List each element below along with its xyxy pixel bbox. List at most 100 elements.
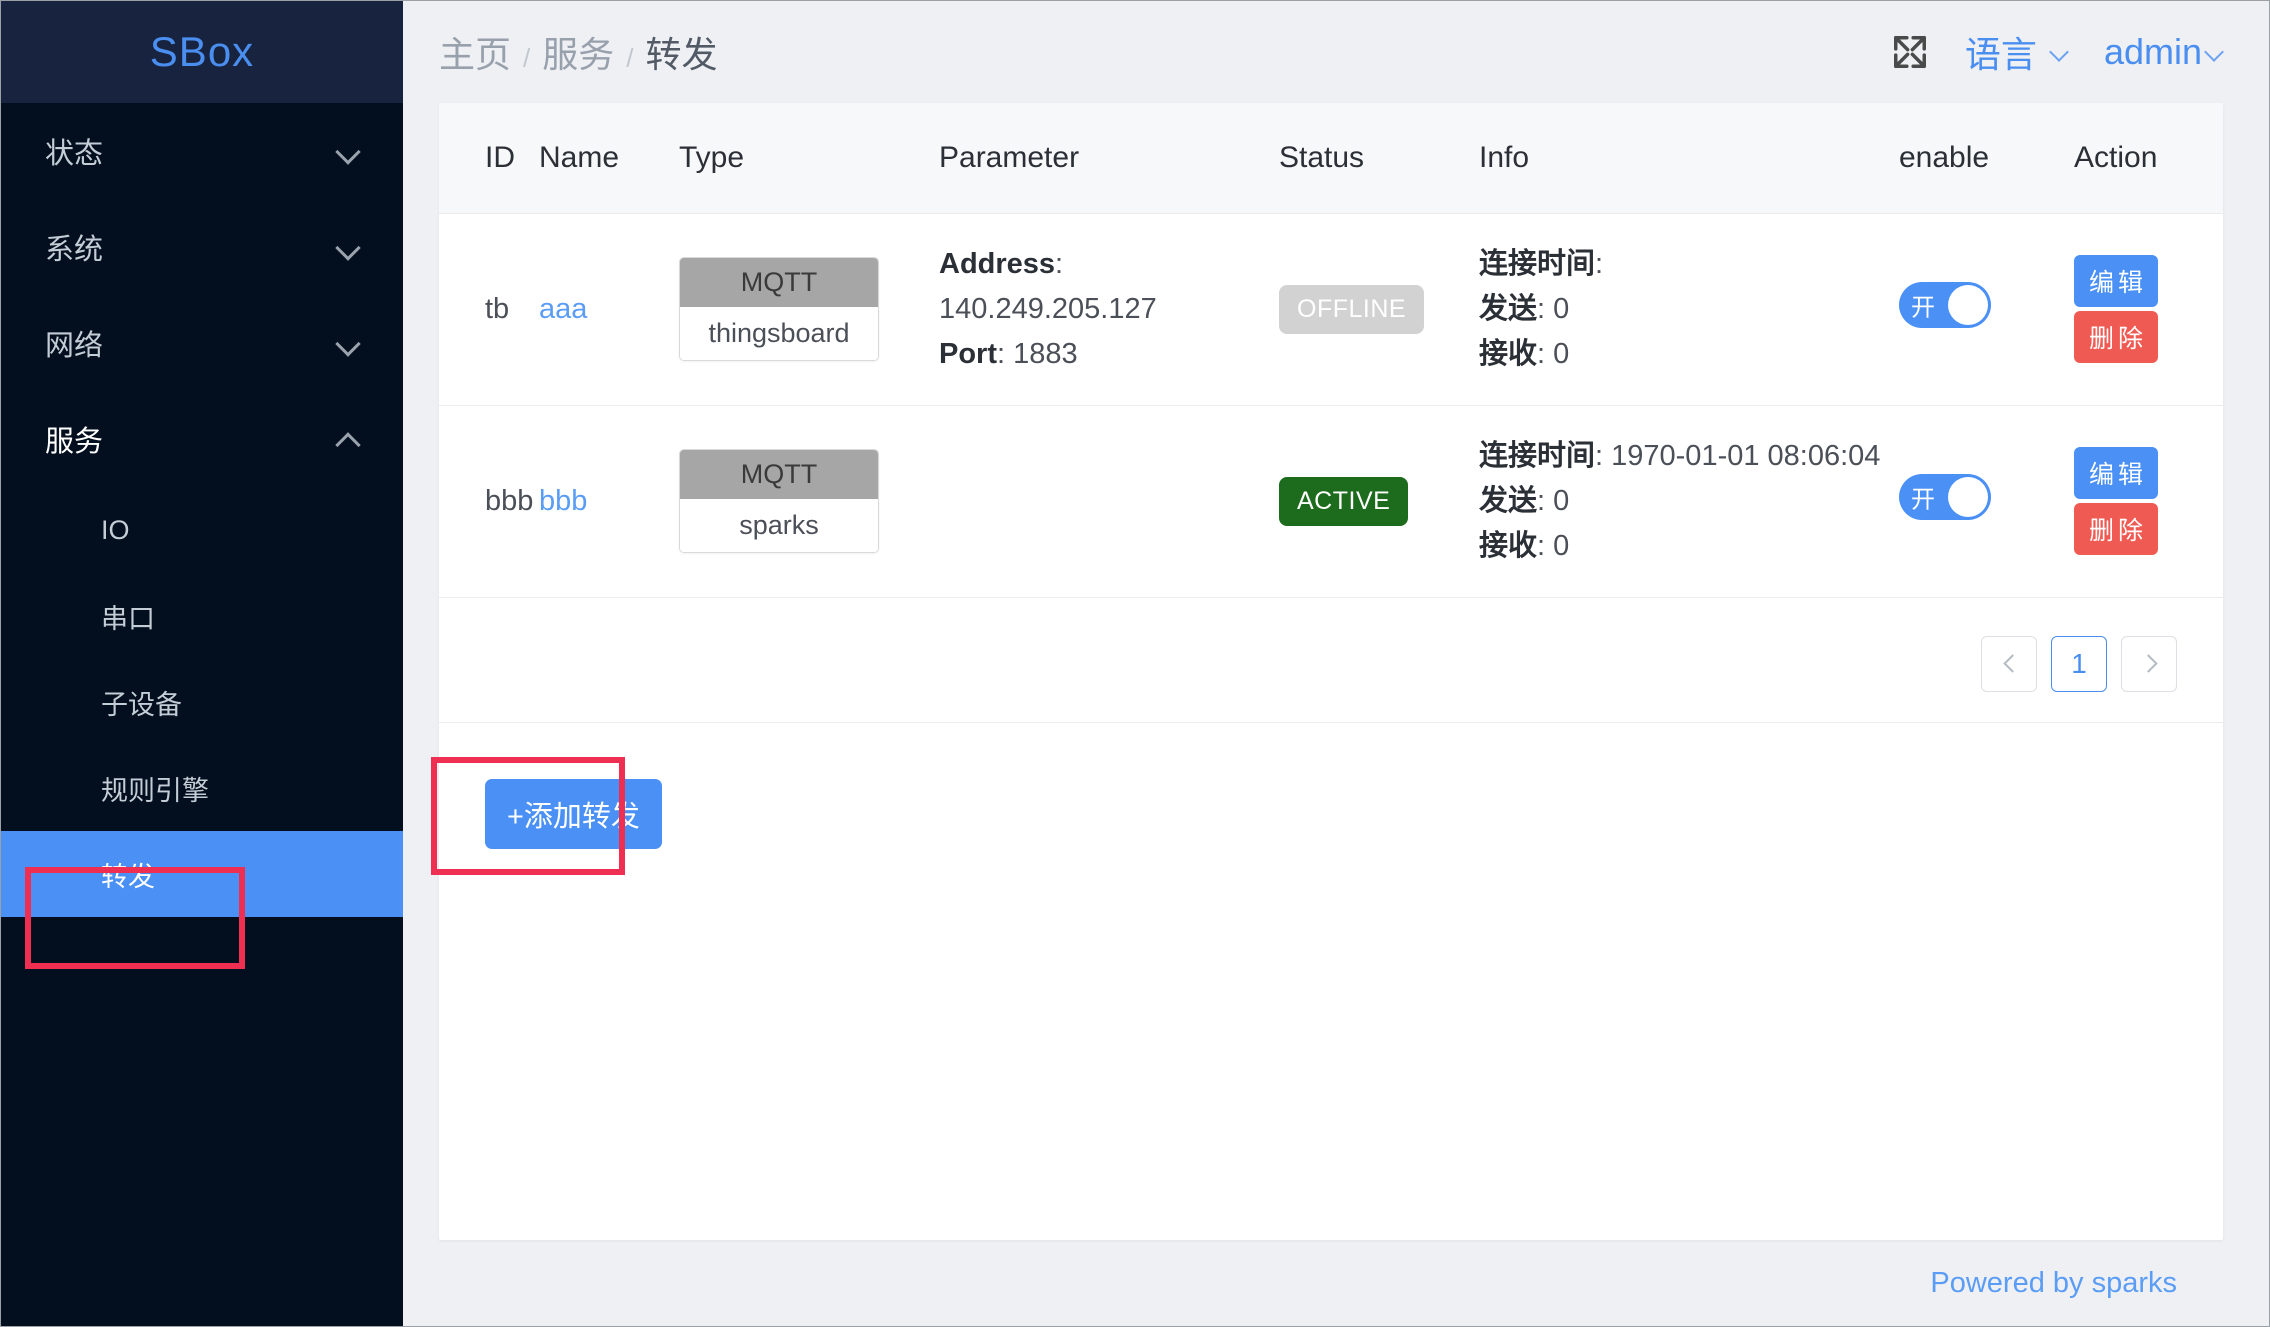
breadcrumb-service[interactable]: 服务 [542, 26, 614, 78]
table-row: tb aaa MQTT thingsboard Address: 140.249… [439, 213, 2223, 406]
parameter-address: Address: [939, 242, 1279, 287]
table-header-row: ID Name Type Parameter Status Info enabl… [439, 103, 2223, 214]
topbar-actions: 语言 admin [1891, 26, 2223, 78]
sidebar-item-network-label: 网络 [45, 330, 104, 362]
pagination-next-button[interactable] [2121, 635, 2177, 692]
sidebar-item-serial[interactable]: 串口 [1, 573, 403, 659]
cell-type: MQTT sparks [679, 405, 939, 598]
parameter-address-label: Address [939, 248, 1056, 280]
cell-name: bbb [539, 405, 679, 598]
sidebar-item-system[interactable]: 系统 [1, 199, 403, 295]
language-label: 语言 [1964, 34, 2037, 75]
user-menu-label: admin [2103, 31, 2202, 72]
sidebar-item-service-label: 服务 [45, 426, 104, 458]
cell-id: tb [439, 213, 539, 406]
parameter-colon: : [1055, 248, 1064, 280]
info-sent-value: 0 [1553, 292, 1570, 325]
info-sent: 发送: 0 [1479, 484, 1570, 517]
content-area: ID Name Type Parameter Status Info enabl… [403, 103, 2269, 1326]
type-platform: thingsboard [680, 307, 878, 361]
column-header-name: Name [539, 103, 679, 214]
column-header-parameter: Parameter [939, 103, 1279, 214]
sidebar-item-serial-label: 串口 [101, 603, 155, 634]
sidebar-item-subdevice[interactable]: 子设备 [1, 659, 403, 745]
app-window: SBox 状态 系统 网络 服务 IO 串口 子设备 规则引擎 转发 主页 / … [0, 0, 2270, 1327]
sidebar-item-forward-label: 转发 [101, 861, 155, 892]
type-badge: MQTT thingsboard [679, 257, 879, 362]
pagination-page-1[interactable]: 1 [2051, 635, 2107, 692]
info-sent-label: 发送 [1479, 292, 1538, 325]
sidebar-item-io[interactable]: IO [1, 487, 403, 573]
cell-action: 编辑 删除 [2074, 405, 2223, 598]
column-header-info: Info [1479, 103, 1899, 214]
add-forward-button[interactable]: +添加转发 [485, 778, 662, 849]
parameter-port: Port: 1883 [939, 337, 1078, 370]
pagination-controls: 1 [1981, 635, 2177, 692]
chevron-down-icon [337, 140, 359, 162]
sidebar-item-rule-engine-label: 规则引擎 [101, 775, 209, 806]
chevron-down-icon [337, 332, 359, 354]
chevron-down-icon [2051, 44, 2068, 61]
pagination: 1 [439, 598, 2223, 723]
cell-status: ACTIVE [1279, 405, 1479, 598]
info-connection-time-value: 1970-01-01 08:06:04 [1611, 439, 1881, 472]
type-protocol: MQTT [680, 450, 878, 500]
enable-toggle[interactable]: 开 [1899, 474, 1991, 521]
table-body: tb aaa MQTT thingsboard Address: 140.249… [439, 213, 2223, 598]
info-received-value: 0 [1553, 529, 1570, 562]
app-logo: SBox [1, 1, 403, 103]
info-sent-label: 发送 [1479, 484, 1538, 517]
sidebar-item-rule-engine[interactable]: 规则引擎 [1, 745, 403, 831]
pagination-prev-button[interactable] [1981, 635, 2037, 692]
delete-button[interactable]: 删除 [2074, 311, 2158, 364]
cell-enable: 开 [1899, 405, 2074, 598]
edit-button[interactable]: 编辑 [2074, 255, 2158, 308]
sidebar-item-network[interactable]: 网络 [1, 295, 403, 391]
cell-id: bbb [439, 405, 539, 598]
enable-toggle-label: 开 [1911, 486, 1935, 514]
type-platform: sparks [680, 499, 878, 553]
breadcrumb-forward: 转发 [645, 34, 718, 75]
user-menu[interactable]: admin [2104, 31, 2223, 73]
name-link[interactable]: aaa [539, 293, 587, 325]
column-header-action: Action [2074, 103, 2223, 214]
chevron-down-icon [337, 236, 359, 258]
breadcrumb-home[interactable]: 主页 [439, 26, 511, 78]
breadcrumb-separator: / [626, 43, 634, 73]
language-selector[interactable]: 语言 [1965, 26, 2068, 78]
edit-button[interactable]: 编辑 [2074, 447, 2158, 500]
chevron-left-icon [2002, 657, 2016, 671]
column-header-type: Type [679, 103, 939, 214]
delete-button[interactable]: 删除 [2074, 503, 2158, 556]
sidebar-item-forward[interactable]: 转发 [1, 831, 403, 917]
chevron-down-icon [2206, 44, 2223, 61]
status-badge: ACTIVE [1279, 476, 1409, 526]
footer: Powered by sparks [439, 1240, 2223, 1326]
cell-parameter: Address: 140.249.205.127 Port: 1883 [939, 213, 1279, 406]
sidebar-item-subdevice-label: 子设备 [101, 689, 182, 720]
cell-info: 连接时间: 发送: 0 接收: 0 [1479, 213, 1899, 406]
sidebar-item-service[interactable]: 服务 [1, 391, 403, 487]
add-forward-row: +添加转发 [439, 723, 2223, 849]
status-badge: OFFLINE [1279, 284, 1425, 334]
info-connection-time: 连接时间: [1479, 248, 1604, 280]
info-received: 接收: 0 [1479, 529, 1570, 562]
name-link[interactable]: bbb [539, 485, 587, 517]
topbar: 主页 / 服务 / 转发 语言 admin [403, 1, 2269, 103]
sidebar-menu: 状态 系统 网络 服务 IO 串口 子设备 规则引擎 转发 [1, 103, 403, 917]
parameter-port-value: 1883 [1013, 337, 1078, 370]
cell-enable: 开 [1899, 213, 2074, 406]
breadcrumb-separator: / [523, 43, 531, 73]
sidebar-item-system-label: 系统 [45, 234, 104, 266]
powered-by-link[interactable]: Powered by sparks [1930, 1267, 2177, 1300]
info-received-label: 接收 [1479, 529, 1538, 562]
type-badge: MQTT sparks [679, 449, 879, 554]
enable-toggle[interactable]: 开 [1899, 282, 1991, 329]
forward-card: ID Name Type Parameter Status Info enabl… [439, 103, 2223, 1240]
fullscreen-icon[interactable] [1891, 33, 1929, 71]
type-protocol: MQTT [680, 258, 878, 308]
chevron-up-icon [337, 428, 359, 450]
breadcrumb: 主页 / 服务 / 转发 [439, 26, 718, 78]
sidebar-item-status[interactable]: 状态 [1, 103, 403, 199]
toggle-knob [1948, 285, 1988, 326]
